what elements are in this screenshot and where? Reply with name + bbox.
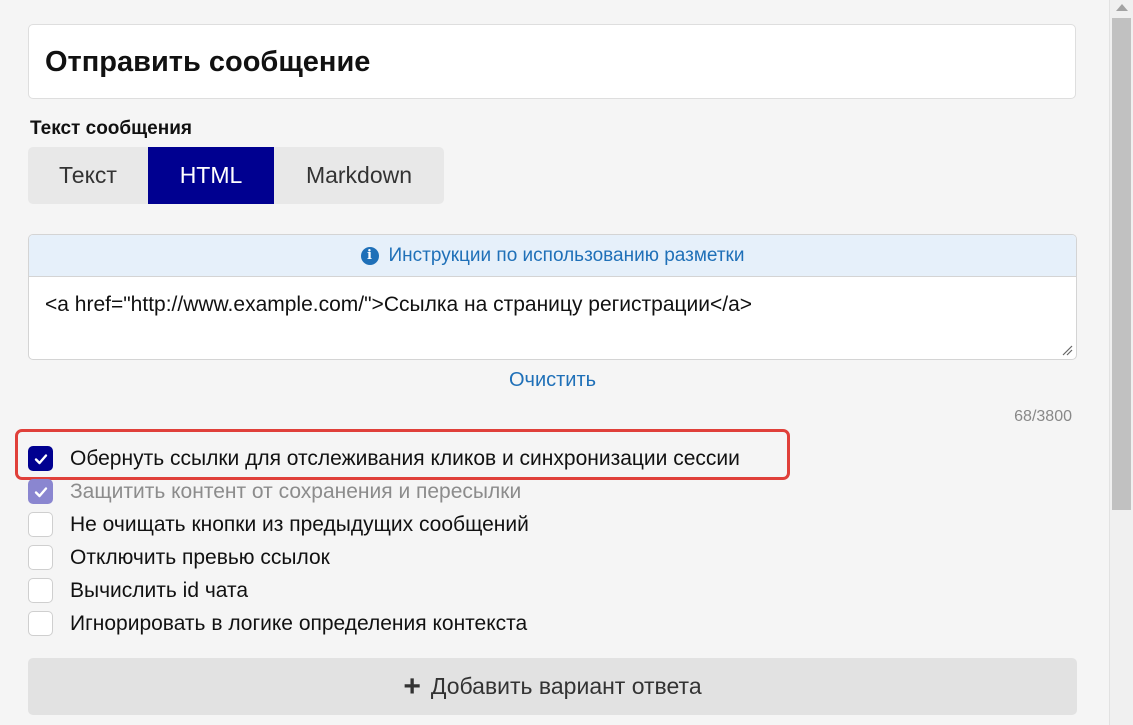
info-icon: i — [360, 246, 379, 265]
page-title: Отправить сообщение — [45, 46, 371, 78]
keep-buttons-label: Не очищать кнопки из предыдущих сообщени… — [70, 512, 529, 536]
ignore-context-label: Игнорировать в логике определения контек… — [70, 611, 528, 635]
option-disable-preview[interactable]: Отключить превью ссылок — [28, 544, 330, 571]
wrap-links-checkbox[interactable] — [28, 446, 53, 471]
format-tabs: Текст HTML Markdown — [28, 147, 444, 204]
scrollbar-thumb[interactable] — [1112, 18, 1131, 510]
tab-markdown[interactable]: Markdown — [274, 147, 444, 204]
option-protect-content: Защитить контент от сохранения и пересыл… — [28, 478, 521, 505]
keep-buttons-checkbox[interactable] — [28, 512, 53, 537]
wrap-links-label: Обернуть ссылки для отслеживания кликов … — [70, 446, 740, 470]
vertical-scrollbar[interactable] — [1109, 0, 1133, 725]
option-wrap-links[interactable]: Обернуть ссылки для отслеживания кликов … — [28, 445, 740, 472]
checkmark-icon — [34, 453, 47, 464]
compute-chat-id-label: Вычислить id чата — [70, 578, 249, 602]
scroll-up-arrow-icon[interactable] — [1116, 4, 1128, 11]
protect-content-checkbox — [28, 479, 53, 504]
tab-html[interactable]: HTML — [148, 147, 274, 204]
message-text-label: Текст сообщения — [30, 118, 192, 139]
protect-content-label: Защитить контент от сохранения и пересыл… — [70, 479, 522, 503]
message-editor: i Инструкции по использованию разметки <… — [28, 234, 1077, 360]
clear-button[interactable]: Очистить — [0, 369, 1105, 392]
disable-preview-label: Отключить превью ссылок — [70, 545, 330, 569]
char-counter: 68/3800 — [1014, 408, 1072, 425]
compute-chat-id-checkbox[interactable] — [28, 578, 53, 603]
title-card: Отправить сообщение — [28, 24, 1076, 99]
ignore-context-checkbox[interactable] — [28, 611, 53, 636]
resize-handle-icon[interactable] — [1061, 344, 1073, 356]
add-answer-label: Добавить вариант ответа — [430, 673, 702, 699]
markup-instructions-label: Инструкции по использованию разметки — [388, 244, 745, 266]
markup-instructions-link[interactable]: i Инструкции по использованию разметки — [29, 235, 1076, 277]
option-keep-buttons[interactable]: Не очищать кнопки из предыдущих сообщени… — [28, 511, 529, 538]
checkmark-icon — [34, 486, 47, 497]
plus-icon: + — [403, 669, 421, 703]
message-textarea[interactable]: <a href="http://www.example.com/">Ссылка… — [45, 293, 752, 317]
send-message-panel: Отправить сообщение Текст сообщения Текс… — [0, 0, 1133, 725]
option-ignore-context[interactable]: Игнорировать в логике определения контек… — [28, 610, 527, 637]
tab-text[interactable]: Текст — [28, 147, 148, 204]
option-compute-chat-id[interactable]: Вычислить id чата — [28, 577, 248, 604]
disable-preview-checkbox[interactable] — [28, 545, 53, 570]
add-answer-button[interactable]: + Добавить вариант ответа — [28, 658, 1077, 715]
